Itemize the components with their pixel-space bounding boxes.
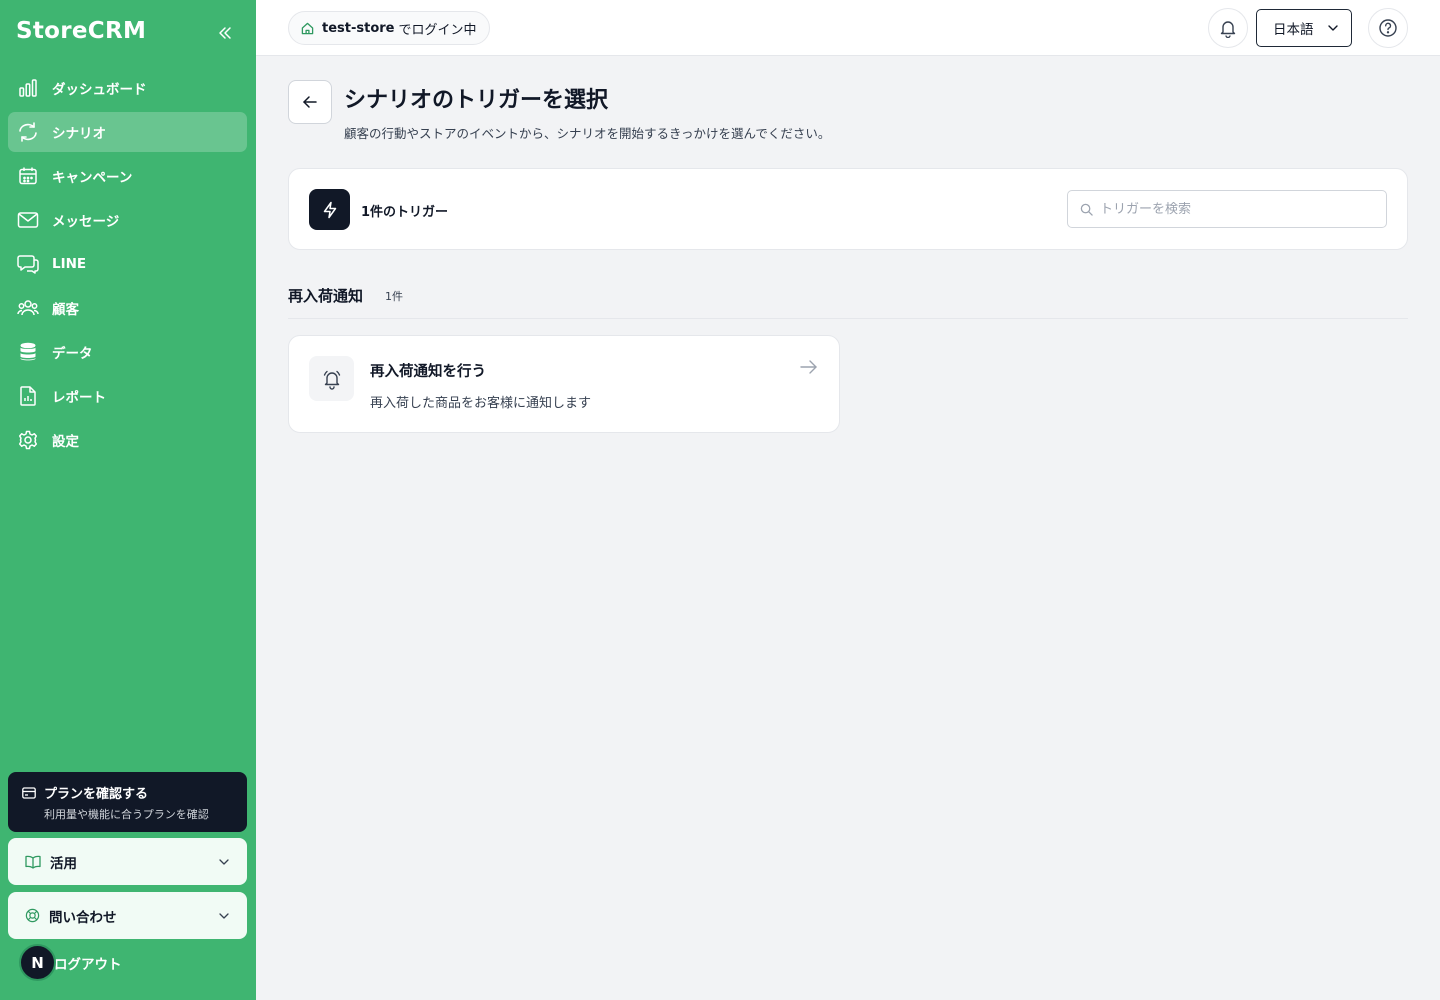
lightning-icon <box>309 189 350 230</box>
arrow-right-icon <box>799 357 819 377</box>
calendar-icon <box>17 165 39 187</box>
language-label: 日本語 <box>1273 22 1314 38</box>
sidebar-item-dashboard[interactable]: ダッシュボード <box>8 68 247 108</box>
sidebar-item-label: キャンペーン <box>52 170 133 186</box>
home-icon <box>301 22 314 35</box>
database-icon <box>17 341 39 363</box>
sidebar-item-label: メッセージ <box>52 214 120 230</box>
sidebar-item-settings[interactable]: 設定 <box>8 420 247 460</box>
mail-icon <box>17 209 39 231</box>
page-description: 顧客の行動やストアのイベントから、シナリオを開始するきっかけを選んでください。 <box>344 126 831 141</box>
help-button[interactable] <box>1368 8 1408 48</box>
accordion-contact[interactable]: 問い合わせ <box>8 892 247 939</box>
chat-icon <box>17 253 39 275</box>
user-row: N ログアウト <box>19 944 122 981</box>
search-field <box>1067 190 1387 228</box>
sidebar-item-label: データ <box>52 346 93 362</box>
gear-icon <box>17 429 39 451</box>
brand-logo: StoreCRM <box>16 18 147 44</box>
chevrons-left-icon <box>219 27 231 39</box>
chevron-down-icon <box>218 858 230 866</box>
sidebar-item-label: ダッシュボード <box>52 82 147 98</box>
section-title: 再入荷通知 <box>288 287 364 305</box>
trigger-card[interactable]: 再入荷通知を行う 再入荷した商品をお客様に通知します <box>288 335 840 433</box>
sidebar-nav: ダッシュボード シナリオ キャンペーン メッセージ LINE 顧客 データ レポ… <box>8 68 247 464</box>
sidebar-item-campaign[interactable]: キャンペーン <box>8 156 247 196</box>
collapse-sidebar-button[interactable] <box>214 22 236 44</box>
credit-card-icon <box>22 786 36 799</box>
accordion-usage[interactable]: 活用 <box>8 838 247 885</box>
sidebar-item-data[interactable]: データ <box>8 332 247 372</box>
store-name: test-store <box>322 20 395 36</box>
plan-title: プランを確認する <box>44 787 149 802</box>
sidebar-item-message[interactable]: メッセージ <box>8 200 247 240</box>
search-input[interactable] <box>1100 201 1370 217</box>
sidebar-item-label: 顧客 <box>52 302 79 318</box>
bell-icon <box>309 356 354 401</box>
trigger-toolbar: 1件のトリガー <box>288 168 1408 250</box>
sidebar-item-report[interactable]: レポート <box>8 376 247 416</box>
arrow-left-icon <box>303 96 317 108</box>
refresh-icon <box>17 121 39 143</box>
avatar[interactable]: N <box>19 944 56 981</box>
sidebar-item-customers[interactable]: 顧客 <box>8 288 247 328</box>
trigger-title: 再入荷通知を行う <box>370 364 486 380</box>
sidebar-item-label: 設定 <box>52 434 79 450</box>
users-icon <box>17 297 39 319</box>
sidebar-item-label: LINE <box>52 256 87 272</box>
sidebar: StoreCRM ダッシュボード シナリオ キャンペーン メッセージ LINE … <box>0 0 256 1000</box>
chevron-down-icon <box>1327 24 1339 32</box>
section-divider <box>288 318 1408 319</box>
book-icon <box>25 855 41 869</box>
accordion-label: 問い合わせ <box>49 909 117 926</box>
sidebar-item-scenario[interactable]: シナリオ <box>8 112 247 152</box>
language-select[interactable]: 日本語 <box>1256 9 1352 47</box>
bar-chart-icon <box>17 77 39 99</box>
notifications-button[interactable] <box>1208 8 1248 48</box>
lifebuoy-icon <box>25 908 40 923</box>
section-header: 再入荷通知 1件 <box>288 285 403 306</box>
page-title: シナリオのトリガーを選択 <box>344 88 609 113</box>
login-status: でログイン中 <box>398 22 477 38</box>
plan-card[interactable]: プランを確認する 利用量や機能に合うプランを確認 <box>8 772 247 832</box>
trigger-description: 再入荷した商品をお客様に通知します <box>370 396 592 411</box>
topbar: test-store でログイン中 日本語 <box>256 0 1440 56</box>
logout-link[interactable]: ログアウト <box>54 953 122 973</box>
sidebar-item-line[interactable]: LINE <box>8 244 247 284</box>
file-icon <box>17 385 39 407</box>
chevron-down-icon <box>218 912 230 920</box>
help-circle-icon <box>1379 19 1397 37</box>
trigger-count: 1件のトリガー <box>361 205 449 220</box>
accordion-label: 活用 <box>50 855 77 872</box>
store-indicator[interactable]: test-store でログイン中 <box>288 11 490 45</box>
bell-icon <box>1220 21 1236 38</box>
sidebar-item-label: シナリオ <box>52 126 106 142</box>
back-button[interactable] <box>288 80 332 124</box>
sidebar-item-label: レポート <box>52 390 106 406</box>
plan-subtitle: 利用量や機能に合うプランを確認 <box>44 808 209 821</box>
section-count: 1件 <box>385 289 404 303</box>
search-icon <box>1080 203 1093 216</box>
